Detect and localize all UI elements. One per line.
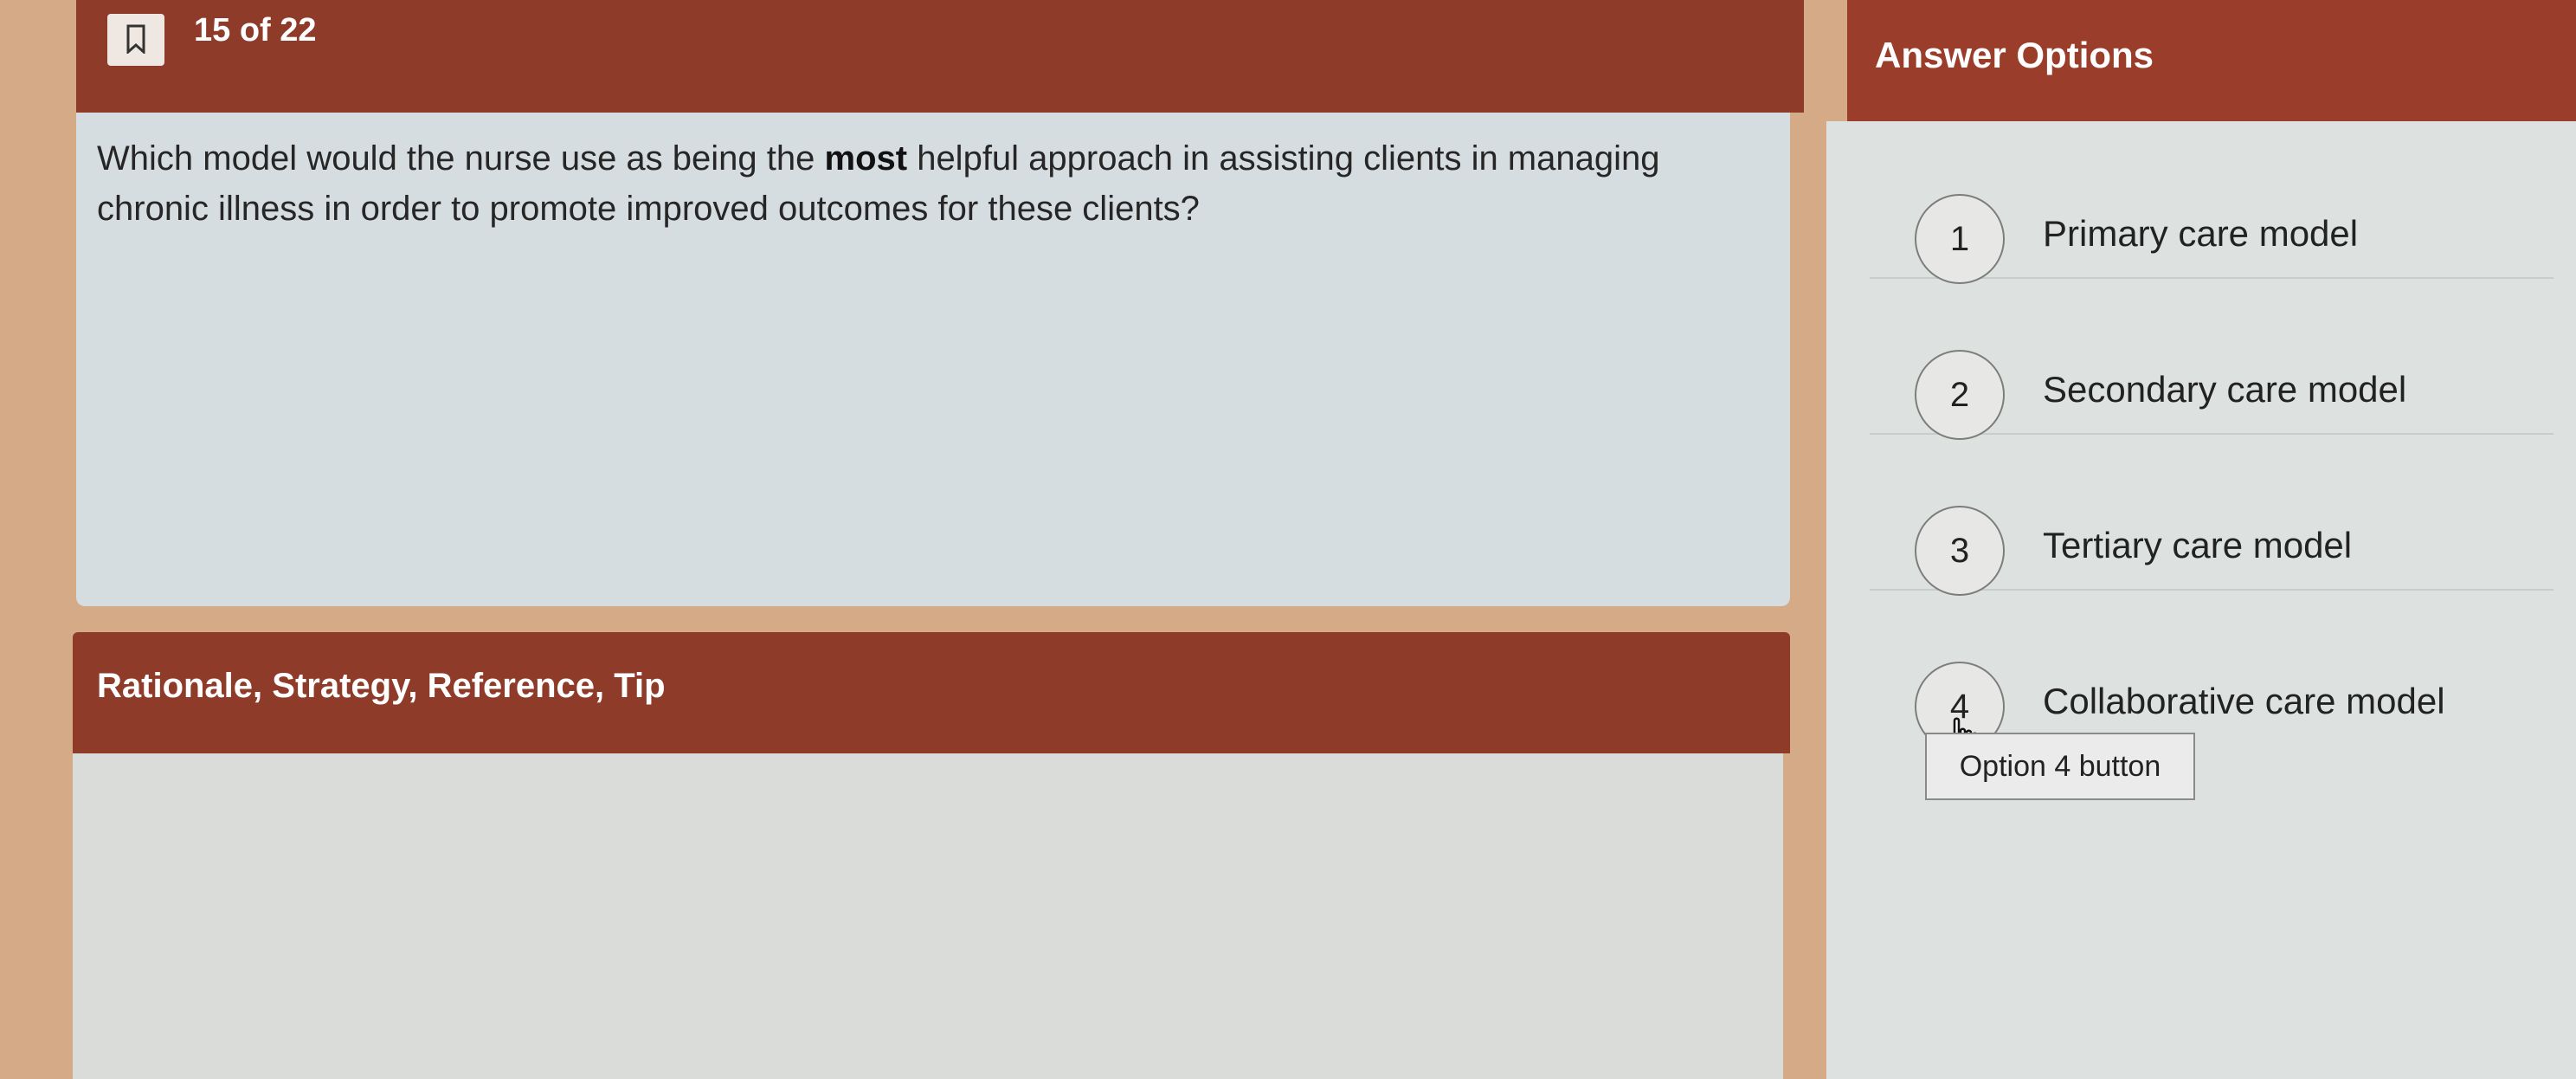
answer-options-panel: 1 Primary care model 2 Secondary care mo… <box>1826 121 2576 1079</box>
option-label: Tertiary care model <box>2043 525 2353 565</box>
answer-option-3[interactable]: 3 Tertiary care model <box>1870 485 2553 596</box>
option-number-button[interactable]: 1 <box>1915 194 2005 284</box>
option-number-button[interactable]: 2 <box>1915 350 2005 440</box>
answer-options-title: Answer Options <box>1875 35 2154 75</box>
option-label: Primary care model <box>2043 213 2359 254</box>
question-header: 15 of 22 <box>76 0 1804 113</box>
bookmark-icon <box>126 24 145 54</box>
rationale-panel <box>73 753 1783 1079</box>
option-number-button[interactable]: 3 <box>1915 506 2005 596</box>
question-panel: Which model would the nurse use as being… <box>76 113 1790 606</box>
rationale-title: Rationale, Strategy, Reference, Tip <box>97 667 666 705</box>
answer-option-4[interactable]: 4 Collaborative care model <box>1870 641 2553 760</box>
bookmark-button[interactable] <box>107 14 164 66</box>
answer-options-header: Answer Options <box>1847 0 2576 121</box>
option-tooltip: Option 4 button <box>1925 733 2195 800</box>
option-label: Collaborative care model <box>2043 681 2445 721</box>
question-emphasis: most <box>824 139 908 178</box>
option-label: Secondary care model <box>2043 369 2407 410</box>
question-text: Which model would the nurse use as being… <box>97 139 1660 228</box>
answer-option-1[interactable]: 1 Primary care model <box>1870 173 2553 284</box>
rationale-header[interactable]: Rationale, Strategy, Reference, Tip <box>73 632 1790 753</box>
answer-option-2[interactable]: 2 Secondary care model <box>1870 329 2553 440</box>
question-counter: 15 of 22 <box>194 12 317 48</box>
